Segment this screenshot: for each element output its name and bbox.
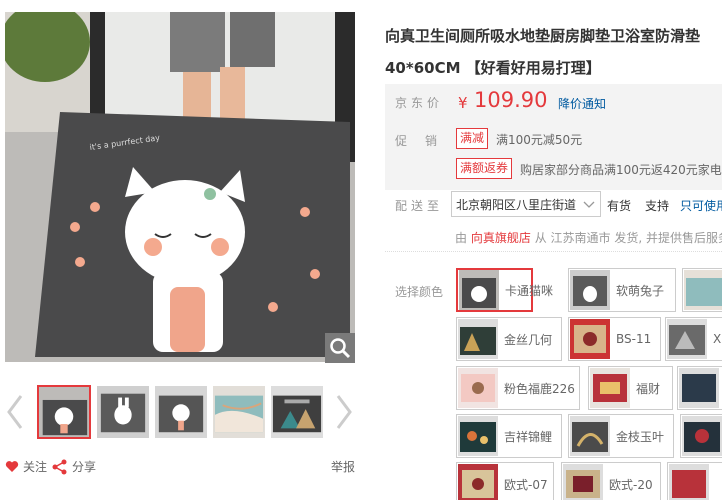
- thumbnail-next-button[interactable]: [332, 392, 356, 432]
- color-option[interactable]: 欧式-07: [456, 462, 554, 500]
- color-option-label: BS-11: [616, 332, 652, 346]
- share-label: 分享: [72, 460, 97, 474]
- promo-tag-discount[interactable]: 满减: [456, 128, 489, 149]
- shipping-prefix: 由: [455, 231, 468, 245]
- thumbnail-1[interactable]: [37, 385, 91, 439]
- thumbnail-3[interactable]: [154, 385, 208, 439]
- color-option-label: 福财: [636, 381, 661, 396]
- color-option-label: X: [713, 332, 722, 346]
- chevron-down-icon: [583, 201, 595, 208]
- price-currency: ¥: [458, 94, 468, 112]
- color-option-label: 软萌兔子: [616, 283, 665, 298]
- shop-link[interactable]: 向真旗舰店: [471, 231, 531, 245]
- color-option[interactable]: BS-11: [568, 317, 661, 361]
- address-selector[interactable]: 北京朝阳区八里庄街道: [451, 191, 601, 217]
- section-divider: [385, 251, 722, 252]
- follow-button[interactable]: 关注: [5, 458, 47, 475]
- color-option[interactable]: 金枝玉叶: [568, 414, 674, 458]
- thumbnail-5[interactable]: [270, 385, 324, 439]
- price-label: 京东价: [395, 96, 444, 110]
- promo-text-discount: 满100元减50元: [496, 133, 583, 147]
- color-select-label: 选择颜色: [395, 285, 444, 299]
- magnifier-icon: [330, 338, 351, 359]
- share-button[interactable]: 分享: [52, 458, 96, 475]
- color-option-label: 欧式-07: [504, 477, 548, 492]
- color-option-label: 吉祥锦鲤: [504, 429, 553, 444]
- color-option-label: 金丝几何: [504, 332, 553, 347]
- shipping-origin: 从 江苏南通市 发货, 并提供售后服务: [534, 231, 722, 245]
- product-title: 向真卫生间厕所吸水地垫厨房脚垫卫浴室防滑垫 40*60CM 【好看好用易打理】: [385, 20, 722, 84]
- address-value: 北京朝阳区八里庄街道: [456, 198, 577, 212]
- color-option[interactable]: [680, 414, 722, 458]
- follow-label: 关注: [23, 460, 48, 474]
- product-title-line1: 向真卫生间厕所吸水地垫厨房脚垫卫浴室防滑垫: [385, 27, 701, 45]
- color-option-label: 粉色福鹿226: [504, 381, 575, 396]
- shipping-info: 由 向真旗舰店 从 江苏南通市 发货, 并提供售后服务: [455, 229, 722, 246]
- zoom-button[interactable]: [325, 333, 355, 363]
- report-link[interactable]: 举报: [331, 458, 355, 475]
- chevron-left-icon: [7, 395, 23, 429]
- promo-text-coupon: 购居家部分商品满100元返420元家电券: [520, 163, 722, 177]
- price-value: 109.90: [474, 88, 548, 112]
- only-use-link[interactable]: 只可使用: [680, 197, 722, 214]
- color-option[interactable]: 粉色福鹿226: [456, 366, 580, 410]
- color-option-label: 金枝玉叶: [616, 429, 665, 444]
- thumbnail-4[interactable]: [212, 385, 266, 439]
- price-summary-box: 京东价 ¥ 109.90 降价通知 促销 满减 满100元减50元 满额返券 购…: [385, 84, 722, 190]
- color-option[interactable]: 欧式-20: [561, 462, 661, 500]
- chevron-right-icon: [336, 395, 352, 429]
- color-option-label: 欧式-20: [609, 477, 653, 492]
- product-title-line2: 40*60CM 【好看好用易打理】: [385, 59, 601, 77]
- color-option[interactable]: 吉祥锦鲤: [456, 414, 562, 458]
- color-option[interactable]: 金丝几何: [456, 317, 562, 361]
- color-option[interactable]: 卡通猫咪: [456, 268, 553, 312]
- delivery-label: 配送至: [395, 199, 444, 213]
- thumbnail-2[interactable]: [96, 385, 150, 439]
- share-icon: [52, 459, 67, 474]
- promo-label: 促销: [395, 134, 456, 148]
- support-text: 支持: [645, 199, 670, 213]
- color-option[interactable]: [682, 268, 722, 312]
- product-page: it's a purrfect day 关注 分享 举报 向真卫生间厕所吸水地垫…: [0, 0, 722, 500]
- color-option-label: 卡通猫咪: [505, 283, 554, 298]
- promo-tag-coupon[interactable]: 满额返券: [456, 158, 513, 179]
- color-option[interactable]: 福财: [588, 366, 673, 410]
- color-option[interactable]: [677, 366, 722, 410]
- price-drop-notice-link[interactable]: 降价通知: [558, 95, 606, 112]
- heart-icon: [5, 461, 19, 472]
- color-option[interactable]: X: [665, 317, 722, 361]
- color-option[interactable]: 软萌兔子: [568, 268, 676, 312]
- color-option[interactable]: [667, 462, 722, 500]
- main-product-image[interactable]: it's a purrfect day: [5, 12, 355, 362]
- stock-status: 有货: [607, 199, 632, 213]
- thumbnail-prev-button[interactable]: [3, 392, 27, 432]
